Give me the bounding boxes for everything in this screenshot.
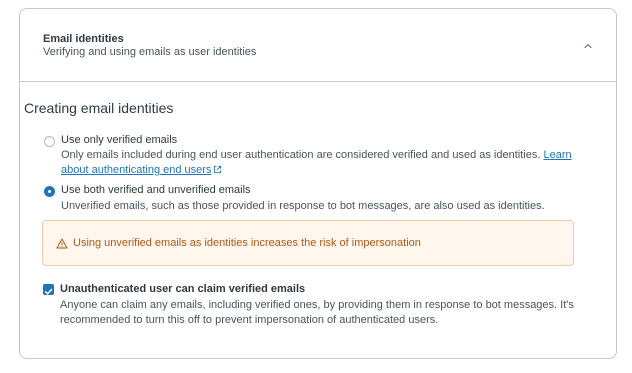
option-hint-text: Only emails included during end user aut… [61, 149, 541, 161]
claim-verified-emails-label[interactable]: Unauthenticated user can claim verified … [60, 283, 305, 295]
option-label-verified-and-unverified[interactable]: Use both verified and unverified emails [61, 184, 251, 196]
creating-email-identities-heading: Creating email identities [24, 100, 174, 116]
chevron-up-icon[interactable] [582, 41, 594, 51]
claim-verified-emails-hint: Anyone can claim any emails, including v… [60, 299, 574, 326]
claim-verified-emails-checkbox[interactable] [43, 284, 54, 295]
radio-verified-only[interactable] [44, 136, 55, 147]
warning-icon [56, 238, 68, 249]
option-hint-verified-only: Only emails included during end user aut… [61, 148, 596, 178]
email-identities-header[interactable]: Email identities Verifying and using ema… [20, 9, 616, 82]
option-hint-verified-and-unverified: Unverified emails, such as those provide… [61, 200, 545, 212]
radio-verified-and-unverified[interactable] [44, 186, 55, 197]
section-subtitle: Verifying and using emails as user ident… [43, 46, 257, 58]
checkmark-icon [44, 288, 53, 295]
warning-text: Using unverified emails as identities in… [73, 237, 421, 249]
section-title: Email identities [43, 33, 124, 45]
option-label-verified-only[interactable]: Use only verified emails [61, 134, 177, 146]
impersonation-warning-alert: Using unverified emails as identities in… [42, 220, 574, 266]
external-link-icon [214, 165, 222, 174]
